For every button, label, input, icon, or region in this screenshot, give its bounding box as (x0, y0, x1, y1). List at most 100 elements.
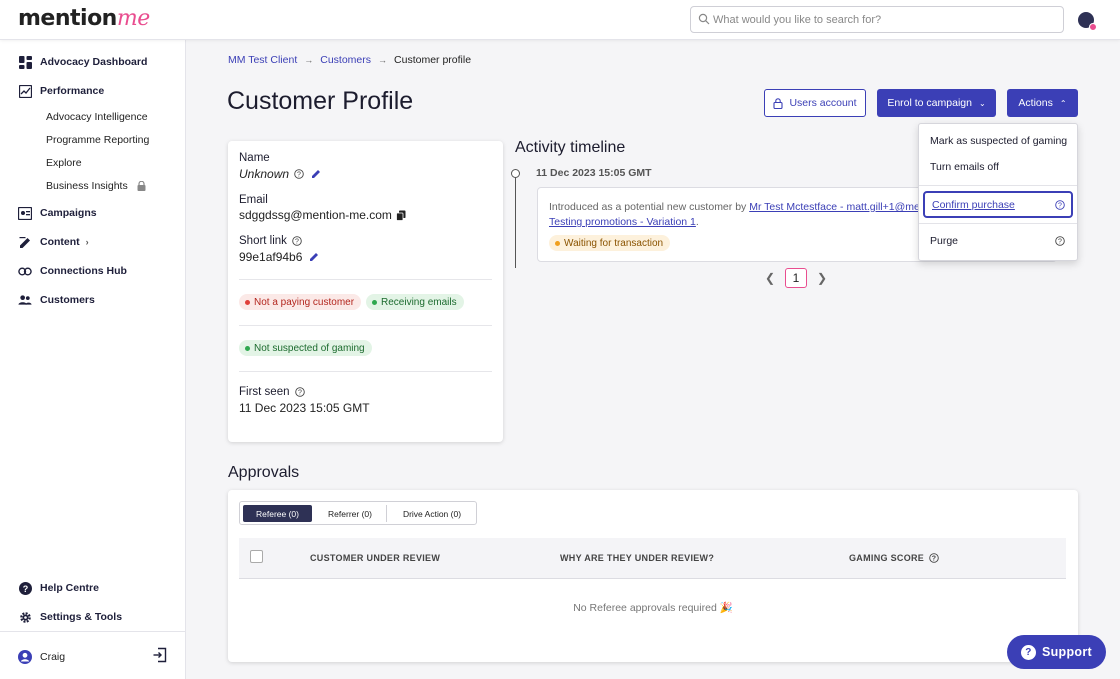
actions-dropdown-menu: Mark as suspected of gaming Turn emails … (918, 123, 1078, 261)
email-row: sdggdssg@mention-me.com (239, 208, 406, 222)
transaction-status-label: Waiting for transaction (564, 237, 664, 249)
enrol-label: Enrol to campaign (887, 97, 972, 109)
user-name: Craig (40, 651, 66, 663)
gear-icon (18, 610, 32, 624)
sidebar-subitem-business-insights[interactable]: Business Insights (46, 180, 146, 192)
gaming-status-label: Not suspected of gaming (254, 342, 365, 354)
menu-divider (919, 185, 1077, 186)
sidebar-subitem-label: Business Insights (46, 180, 128, 192)
search-icon (698, 13, 710, 25)
help-circle-icon[interactable]: ? (1055, 200, 1065, 210)
logo-text-a: mention (18, 6, 117, 31)
tab-referee[interactable]: Referee (0) (243, 505, 312, 522)
enrol-to-campaign-button[interactable]: Enrol to campaign ⌄ (877, 89, 996, 117)
search-box[interactable] (690, 6, 1064, 33)
sidebar-subitem-explore[interactable]: Explore (46, 157, 82, 169)
users-account-button[interactable]: Users account (764, 89, 866, 117)
breadcrumb: MM Test Client → Customers → Customer pr… (228, 54, 471, 66)
sidebar-item-campaigns[interactable]: Campaigns (18, 203, 97, 223)
first-seen-label-row: First seen ? (239, 386, 305, 398)
help-circle-icon[interactable]: ? (929, 553, 939, 563)
gaming-status-badge: Not suspected of gaming (239, 340, 372, 356)
short-link-value: 99e1af94b6 (239, 250, 303, 264)
logout-icon[interactable] (152, 647, 168, 663)
status-dot (372, 299, 377, 305)
support-button[interactable]: ? Support (1007, 635, 1106, 669)
timeline-line (515, 172, 516, 268)
email-status-badge: Receiving emails (366, 294, 464, 310)
sidebar-user[interactable]: Craig (18, 648, 65, 666)
approvals-table-header: CUSTOMER UNDER REVIEW WHY ARE THEY UNDER… (239, 538, 1066, 579)
menu-item-mark-gaming[interactable]: Mark as suspected of gaming (919, 130, 1077, 152)
divider (239, 325, 492, 326)
purge-label: Purge (930, 235, 959, 247)
search-input[interactable] (713, 11, 1053, 29)
connections-icon (18, 264, 32, 278)
first-seen-label: First seen (239, 386, 290, 398)
menu-item-purge[interactable]: Purge ? (919, 230, 1077, 252)
chevron-left-icon[interactable]: ❮ (765, 271, 775, 285)
user-avatar-icon (18, 650, 32, 664)
breadcrumb-link-client[interactable]: MM Test Client (228, 54, 297, 66)
lock-icon (137, 181, 146, 192)
breadcrumb-current: Customer profile (394, 54, 472, 66)
chevron-up-icon: ⌃ (1059, 98, 1067, 108)
timeline-text-suffix: . (695, 216, 699, 228)
sidebar-subitem-advocacy-intelligence[interactable]: Advocacy Intelligence (46, 111, 148, 123)
pencil-icon[interactable] (309, 252, 319, 262)
copy-icon[interactable] (396, 210, 406, 221)
column-customer-under-review[interactable]: CUSTOMER UNDER REVIEW (310, 553, 440, 563)
customer-profile-card: Name Unknown ? Email sdggdssg@mention-me… (228, 141, 503, 442)
name-label: Name (239, 152, 270, 164)
sidebar-item-customers[interactable]: Customers (18, 290, 95, 310)
help-circle-icon[interactable]: ? (292, 236, 302, 246)
sidebar-item-advocacy-dashboard[interactable]: Advocacy Dashboard (18, 52, 147, 72)
sidebar-subitem-programme-reporting[interactable]: Programme Reporting (46, 134, 149, 146)
status-dot (245, 345, 250, 351)
mention-me-logo[interactable]: mentionme (18, 6, 150, 31)
timeline-text-prefix: Introduced as a potential new customer b… (549, 201, 750, 213)
activity-timeline-title: Activity timeline (515, 139, 626, 156)
edit-icon (18, 235, 32, 249)
email-status-label: Receiving emails (381, 296, 457, 308)
campaign-link[interactable]: Testing promotions - Variation 1 (549, 216, 696, 228)
sidebar-item-settings-tools[interactable]: Settings & Tools (18, 607, 122, 627)
sidebar-item-label: Settings & Tools (40, 611, 123, 623)
help-circle-icon[interactable]: ? (1055, 236, 1065, 246)
column-gaming-score[interactable]: GAMING SCORE ? (849, 553, 939, 563)
column-why-under-review[interactable]: WHY ARE THEY UNDER REVIEW? (560, 553, 714, 563)
sidebar-item-content[interactable]: Content › (18, 232, 89, 252)
divider (239, 279, 492, 280)
select-all-checkbox[interactable] (250, 550, 263, 563)
menu-item-confirm-purchase[interactable]: Confirm purchase ? (923, 191, 1073, 218)
paying-status-badge: Not a paying customer (239, 294, 362, 310)
confirm-purchase-label: Confirm purchase (932, 199, 1015, 211)
sidebar-item-help-centre[interactable]: ? Help Centre (18, 578, 99, 598)
referrer-link[interactable]: Mr Test Mctestface - matt.gill+1@ment (749, 201, 928, 213)
page-title: Customer Profile (227, 87, 414, 115)
actions-button[interactable]: Actions ⌃ (1007, 89, 1078, 117)
actions-label: Actions (1018, 97, 1053, 109)
pagination-current-page[interactable]: 1 (785, 268, 807, 288)
tab-drive-action[interactable]: Drive Action (0) (390, 505, 474, 522)
sidebar-item-label: Performance (40, 85, 105, 97)
tab-referrer[interactable]: Referrer (0) (318, 505, 382, 522)
user-avatar[interactable] (1078, 12, 1097, 31)
help-circle-icon[interactable]: ? (294, 387, 305, 397)
approvals-card: Referee (0) Referrer (0) Drive Action (0… (228, 490, 1078, 662)
status-dot (245, 299, 250, 305)
menu-item-turn-emails-off[interactable]: Turn emails off (919, 156, 1077, 178)
chevron-right-icon[interactable]: ❯ (817, 271, 827, 285)
short-link-label: Short link (239, 235, 287, 247)
sidebar-item-connections-hub[interactable]: Connections Hub (18, 261, 127, 281)
help-circle-icon[interactable]: ? (294, 169, 304, 179)
sidebar-item-label: Customers (40, 294, 95, 306)
approvals-tabs: Referee (0) Referrer (0) Drive Action (0… (239, 501, 477, 525)
sidebar-item-performance[interactable]: Performance (18, 81, 104, 101)
pencil-icon[interactable] (311, 169, 321, 179)
breadcrumb-link-customers[interactable]: Customers (320, 54, 371, 66)
first-seen-value: 11 Dec 2023 15:05 GMT (239, 401, 370, 415)
status-dot (555, 240, 560, 246)
svg-text:?: ? (22, 584, 28, 594)
sidebar-item-label: Content (40, 236, 80, 248)
